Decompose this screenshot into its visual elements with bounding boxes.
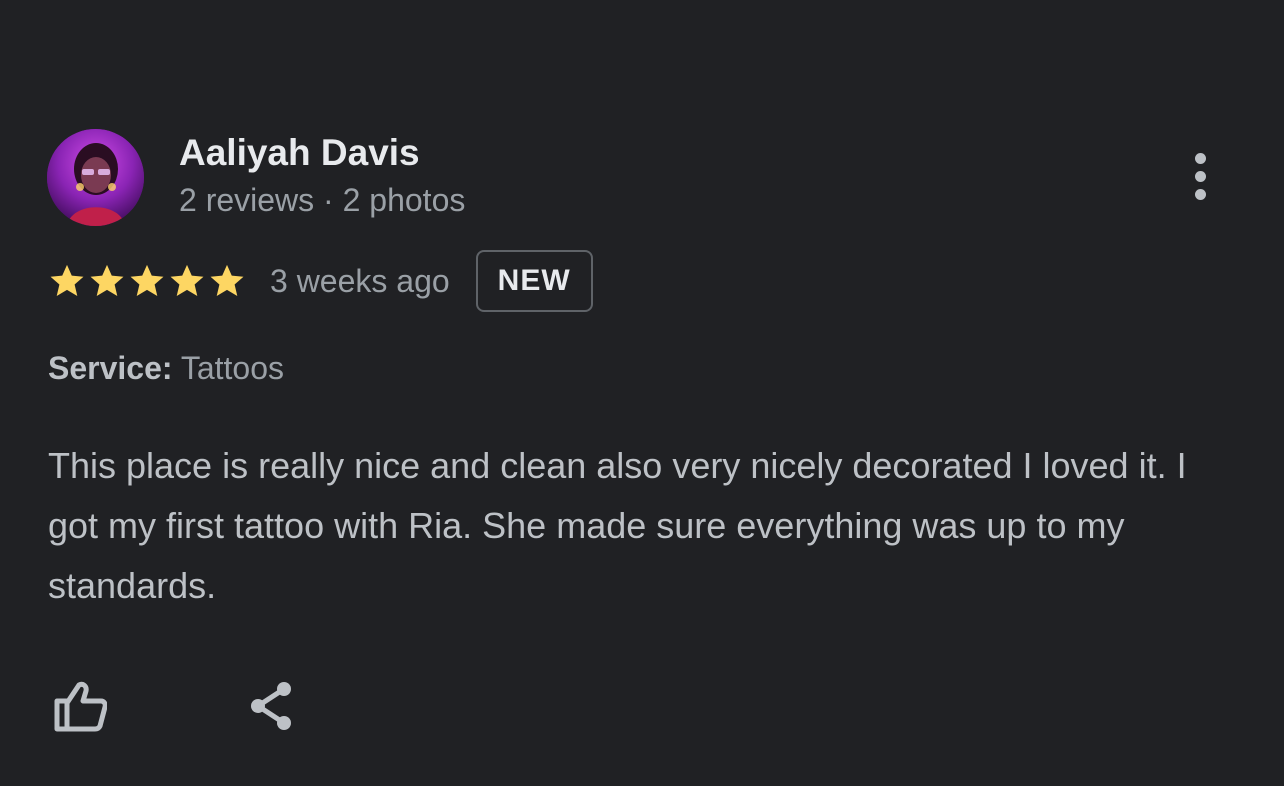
star-rating	[48, 262, 246, 300]
more-vert-icon-dot-2	[1194, 170, 1206, 182]
star-icon	[170, 264, 204, 297]
star-icon	[90, 264, 124, 297]
rating-row: 3 weeks ago NEW	[48, 248, 593, 314]
star-icon	[130, 264, 164, 297]
share-icon	[251, 682, 291, 730]
service-label: Service:	[48, 350, 173, 386]
like-button[interactable]	[48, 676, 110, 736]
share-button[interactable]	[240, 676, 302, 736]
author-name[interactable]: Aaliyah Davis	[179, 132, 420, 174]
more-options-button[interactable]	[1176, 146, 1224, 206]
more-vert-icon	[1194, 152, 1206, 164]
star-icon	[50, 264, 84, 297]
new-badge: NEW	[475, 250, 593, 312]
review-actions	[48, 676, 302, 736]
avatar-image	[47, 129, 144, 226]
review-card: Aaliyah Davis 2 reviews · 2 photos 3 wee…	[0, 0, 1284, 786]
service-value: Tattoos	[180, 350, 285, 386]
service-line: Service: Tattoos	[48, 350, 284, 387]
avatar[interactable]	[47, 129, 144, 226]
review-time: 3 weeks ago	[270, 262, 450, 299]
author-meta: 2 reviews · 2 photos	[179, 182, 466, 218]
more-vert-icon-dot-3	[1194, 188, 1206, 200]
star-icon	[210, 264, 244, 297]
review-text: This place is really nice and clean also…	[48, 445, 1187, 606]
thumb-up-icon	[54, 681, 107, 732]
